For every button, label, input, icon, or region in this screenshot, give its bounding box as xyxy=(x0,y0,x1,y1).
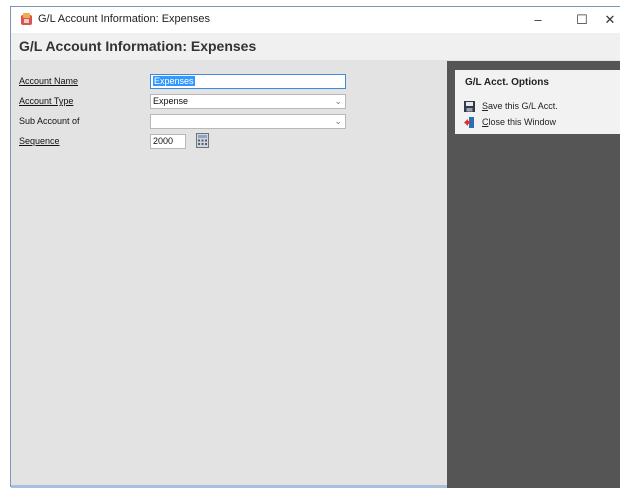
sequence-input[interactable]: 2000 xyxy=(150,134,186,149)
maximize-button[interactable]: ☐ xyxy=(560,7,604,33)
close-button[interactable]: ✕ xyxy=(600,7,620,33)
options-sidebar: G/L Acct. Options Save this G/L Acct. Cl… xyxy=(447,61,620,488)
page-header: G/L Account Information: Expenses xyxy=(11,33,620,61)
chevron-down-icon[interactable]: ⌄ xyxy=(334,115,342,128)
title-bar[interactable]: G/L Account Information: Expenses – ☐ ✕ xyxy=(11,7,620,33)
options-panel: G/L Acct. Options Save this G/L Acct. Cl… xyxy=(455,70,620,134)
form-panel: Account Name Expenses Account Type Expen… xyxy=(11,61,447,488)
sub-account-select[interactable]: ⌄ xyxy=(150,114,346,129)
chevron-down-icon[interactable]: ⌄ xyxy=(334,95,342,108)
floppy-disk-icon xyxy=(464,101,475,112)
sub-account-label: Sub Account of xyxy=(19,116,80,126)
account-name-input[interactable]: Expenses xyxy=(150,74,346,89)
calculator-icon[interactable] xyxy=(196,133,209,148)
sequence-value: 2000 xyxy=(153,136,174,146)
account-type-label: Account Type xyxy=(19,96,74,106)
app-window: G/L Account Information: Expenses – ☐ ✕ … xyxy=(10,6,620,488)
account-type-select[interactable]: Expense ⌄ xyxy=(150,94,346,109)
account-name-label: Account Name xyxy=(19,76,79,86)
app-logo-icon xyxy=(21,13,32,25)
account-name-value: Expenses xyxy=(153,76,195,86)
minimize-button[interactable]: – xyxy=(516,7,560,33)
save-account-label: Save this G/L Acct. xyxy=(482,101,558,111)
close-window-label: Close this Window xyxy=(482,117,557,127)
page-title: G/L Account Information: Expenses xyxy=(19,38,257,54)
options-title: G/L Acct. Options xyxy=(465,77,549,88)
sequence-label: Sequence xyxy=(19,136,60,146)
window-title: G/L Account Information: Expenses xyxy=(38,13,211,25)
exit-door-icon xyxy=(464,117,474,128)
account-type-value: Expense xyxy=(153,96,189,106)
